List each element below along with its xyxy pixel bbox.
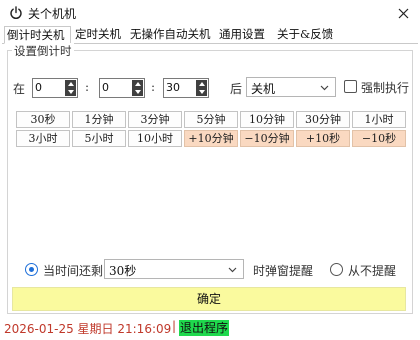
force-label: 强制执行 — [361, 81, 410, 95]
power-icon — [10, 6, 22, 20]
spin-arrows-icon[interactable] — [132, 80, 143, 96]
status-separator: | — [172, 319, 177, 333]
force-checkbox[interactable] — [344, 80, 357, 93]
remaining-time-select[interactable]: 30秒 — [104, 259, 244, 279]
title-bar: 关个机机 — [0, 0, 420, 26]
after-label: 后 — [230, 82, 243, 96]
minutes-spinbox[interactable]: 0 — [99, 78, 145, 98]
tab-bar: 倒计时关机 定时关机 无操作自动关机 通用设置 关于&反馈 — [2, 26, 418, 44]
preset-10min-button[interactable]: 10分钟 — [240, 111, 294, 128]
spin-arrows-icon[interactable] — [65, 80, 76, 96]
preset-30s-button[interactable]: 30秒 — [16, 111, 70, 128]
status-datetime: 2026-01-25 星期日 21:16:09 — [4, 322, 172, 336]
exit-program-link[interactable]: 退出程序 — [179, 320, 230, 336]
remaining-time-value: 30秒 — [109, 264, 137, 278]
tab-scheduled-shutdown[interactable]: 定时关机 — [73, 26, 123, 44]
preset-30min-button[interactable]: 30分钟 — [296, 111, 350, 128]
tab-idle-shutdown[interactable]: 无操作自动关机 — [128, 26, 213, 44]
preset-3min-button[interactable]: 3分钟 — [128, 111, 182, 128]
minutes-value: 0 — [102, 81, 109, 94]
tab-general-settings[interactable]: 通用设置 — [217, 26, 267, 44]
tab-about-feedback[interactable]: 关于&反馈 — [275, 26, 335, 44]
hours-spinbox[interactable]: 0 — [32, 78, 78, 98]
chevron-down-icon — [320, 85, 329, 91]
time-separator: : — [85, 80, 90, 94]
tab-countdown-shutdown[interactable]: 倒计时关机 — [4, 26, 71, 44]
preset-10h-button[interactable]: 10小时 — [128, 130, 182, 147]
remind-remaining-radio[interactable] — [25, 263, 38, 276]
countdown-group-label: 设置倒计时 — [12, 43, 74, 59]
action-value: 关机 — [251, 82, 276, 96]
preset-5h-button[interactable]: 5小时 — [72, 130, 126, 147]
popup-remind-label: 时弹窗提醒 — [253, 264, 314, 278]
chevron-down-icon — [228, 267, 237, 273]
sub-10s-button[interactable]: −10秒 — [352, 130, 406, 147]
never-remind-radio[interactable] — [330, 263, 343, 276]
remind-remaining-label: 当时间还剩 — [43, 264, 104, 278]
action-select[interactable]: 关机 — [246, 77, 336, 97]
add-10min-button[interactable]: +10分钟 — [184, 130, 238, 147]
confirm-button[interactable]: 确定 — [12, 287, 406, 311]
preset-1h-button[interactable]: 1小时 — [352, 111, 406, 128]
seconds-value: 30 — [166, 81, 180, 94]
spin-arrows-icon[interactable] — [196, 80, 207, 96]
hours-value: 0 — [35, 81, 42, 94]
close-icon — [398, 8, 408, 18]
window-title: 关个机机 — [28, 7, 77, 21]
preset-5min-button[interactable]: 5分钟 — [184, 111, 238, 128]
never-remind-label: 从不提醒 — [348, 264, 397, 278]
time-separator: : — [151, 80, 156, 94]
seconds-spinbox[interactable]: 30 — [163, 78, 209, 98]
in-label: 在 — [13, 82, 26, 96]
preset-3h-button[interactable]: 3小时 — [16, 130, 70, 147]
close-button[interactable] — [390, 2, 416, 24]
sub-10min-button[interactable]: −10分钟 — [240, 130, 294, 147]
add-10s-button[interactable]: +10秒 — [296, 130, 350, 147]
preset-1min-button[interactable]: 1分钟 — [72, 111, 126, 128]
